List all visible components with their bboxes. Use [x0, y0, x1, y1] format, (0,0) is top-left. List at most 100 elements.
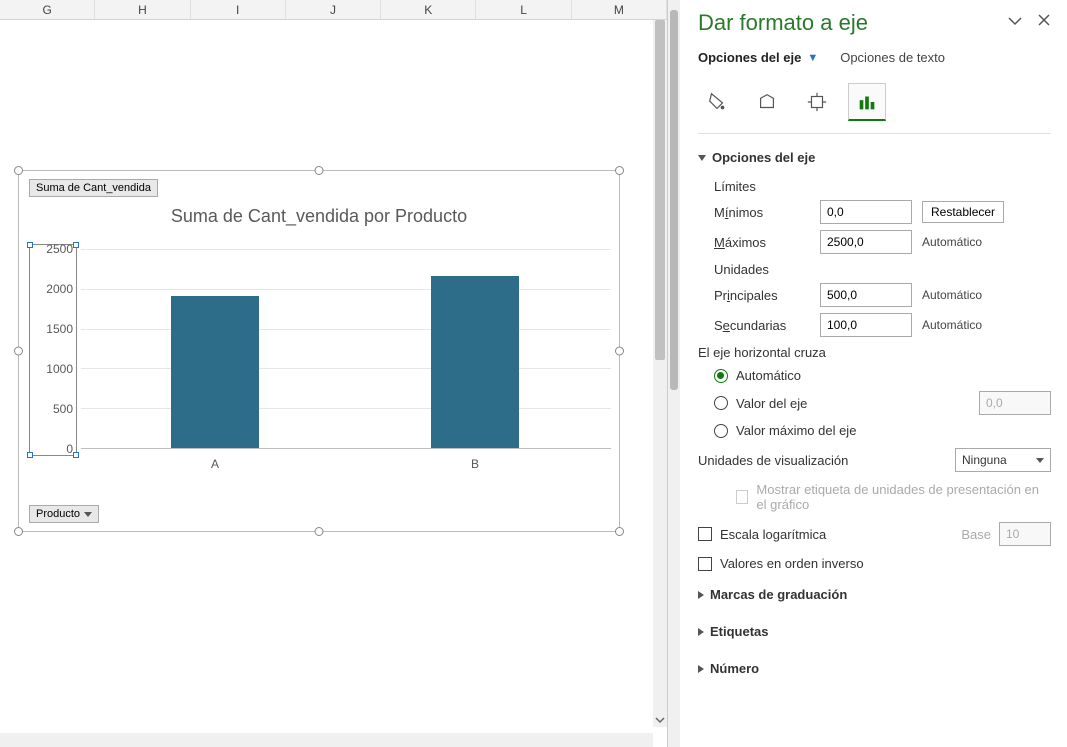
pivot-field-label: Suma de Cant_vendida: [36, 182, 151, 194]
format-category-tabs: [698, 83, 1051, 121]
section-number: Número: [698, 655, 1051, 682]
chart-title[interactable]: Suma de Cant_vendida por Producto: [19, 206, 619, 227]
pivot-field-label: Producto: [36, 508, 80, 520]
checkbox-icon: [698, 527, 712, 541]
gridline: [81, 408, 611, 409]
radio-icon: [714, 396, 728, 410]
radio-label: Valor del eje: [736, 396, 807, 411]
section-toggle-tick-marks[interactable]: Marcas de graduación: [698, 581, 1051, 608]
gridline: [81, 249, 611, 250]
minimum-input[interactable]: [820, 200, 912, 224]
column-header[interactable]: K: [381, 0, 476, 19]
x-axis-labels: A B: [81, 457, 611, 477]
tab-label: Opciones del eje: [698, 50, 801, 65]
minor-unit-label: Secundarias: [714, 318, 810, 333]
show-units-label-checkbox: Mostrar etiqueta de unidades de presenta…: [736, 482, 1051, 512]
gridline: [81, 329, 611, 330]
vertical-scrollbar[interactable]: [653, 20, 667, 727]
minor-unit-input[interactable]: [820, 313, 912, 337]
radio-cross-max[interactable]: Valor máximo del eje: [714, 423, 1051, 438]
axis-options-tab[interactable]: [848, 83, 886, 121]
gridline: [81, 289, 611, 290]
column-header[interactable]: J: [286, 0, 381, 19]
horizontal-cross-label: El eje horizontal cruza: [698, 345, 1051, 360]
radio-icon: [714, 424, 728, 438]
format-axis-pane: Dar formato a eje Opciones del eje ▼ Opc…: [668, 0, 1067, 747]
column-header[interactable]: M: [572, 0, 667, 19]
column-header[interactable]: H: [95, 0, 190, 19]
y-axis-labels: 2500 2000 1500 1000 500 0: [31, 249, 79, 449]
pane-tabs: Opciones del eje ▼ Opciones de texto: [698, 50, 1051, 65]
scroll-down-icon[interactable]: [655, 715, 665, 725]
horizontal-scrollbar[interactable]: [0, 733, 653, 747]
column-header[interactable]: L: [476, 0, 571, 19]
minimum-label: Mínimos: [714, 205, 810, 220]
select-value: Ninguna: [962, 453, 1007, 467]
resize-handle[interactable]: [315, 527, 324, 536]
resize-handle[interactable]: [615, 527, 624, 536]
axis-handle[interactable]: [73, 242, 79, 248]
resize-handle[interactable]: [14, 166, 23, 175]
display-units-select[interactable]: Ninguna: [955, 448, 1051, 472]
maximum-status: Automático: [922, 235, 982, 249]
log-scale-checkbox[interactable]: Escala logarítmica Base: [698, 522, 1051, 546]
checkbox-label: Valores en orden inverso: [720, 556, 864, 571]
effects-tab[interactable]: [748, 83, 786, 121]
fill-line-tab[interactable]: [698, 83, 736, 121]
reset-minimum-button[interactable]: Restablecer: [922, 201, 1004, 223]
section-toggle-labels[interactable]: Etiquetas: [698, 618, 1051, 645]
resize-handle[interactable]: [615, 166, 624, 175]
checkbox-label: Escala logarítmica: [720, 527, 826, 542]
x-tick-label: B: [471, 457, 479, 471]
pane-header: Dar formato a eje: [698, 10, 1051, 36]
scrollbar-thumb[interactable]: [670, 10, 678, 390]
radio-label: Automático: [736, 368, 801, 383]
y-tick-label: 1500: [46, 322, 73, 336]
checkbox-label: Mostrar etiqueta de unidades de presenta…: [756, 482, 1051, 512]
pane-title: Dar formato a eje: [698, 10, 868, 36]
radio-cross-auto[interactable]: Automático: [714, 368, 1051, 383]
tab-text-options[interactable]: Opciones de texto: [840, 50, 945, 65]
column-headers-row: G H I J K L M: [0, 0, 667, 20]
column-header[interactable]: G: [0, 0, 95, 19]
radio-label: Valor máximo del eje: [736, 423, 856, 438]
checkbox-icon: [736, 490, 748, 504]
resize-handle[interactable]: [615, 347, 624, 356]
close-icon[interactable]: [1037, 13, 1051, 34]
collapse-icon[interactable]: [1007, 13, 1023, 34]
chart-bar[interactable]: [431, 276, 519, 448]
major-unit-status: Automático: [922, 288, 982, 302]
section-title: Marcas de graduación: [710, 587, 847, 602]
section-axis-options: Opciones del eje Límites Mínimos Restabl…: [698, 144, 1051, 571]
base-label: Base: [961, 527, 991, 542]
section-toggle-number[interactable]: Número: [698, 655, 1051, 682]
maximum-input[interactable]: [820, 230, 912, 254]
resize-handle[interactable]: [315, 166, 324, 175]
resize-handle[interactable]: [14, 347, 23, 356]
y-tick-label: 1000: [46, 362, 73, 376]
dropdown-icon: [84, 512, 92, 517]
chart-bar[interactable]: [171, 296, 259, 448]
reverse-order-checkbox[interactable]: Valores en orden inverso: [698, 556, 1051, 571]
radio-cross-value[interactable]: Valor del eje: [714, 391, 1051, 415]
cross-value-input: [979, 391, 1051, 415]
pivot-axis-field-button[interactable]: Producto: [29, 505, 99, 523]
radio-icon: [714, 369, 728, 383]
major-unit-label: Principales: [714, 288, 810, 303]
major-unit-input[interactable]: [820, 283, 912, 307]
pane-scrollbar[interactable]: [668, 0, 680, 747]
size-properties-tab[interactable]: [798, 83, 836, 121]
pivot-values-field-button[interactable]: Suma de Cant_vendida: [29, 179, 158, 197]
section-toggle-axis-options[interactable]: Opciones del eje: [698, 144, 1051, 171]
scrollbar-thumb[interactable]: [655, 20, 665, 360]
limits-label: Límites: [714, 179, 1051, 194]
gridline: [81, 368, 611, 369]
tab-axis-options[interactable]: Opciones del eje ▼: [698, 50, 818, 65]
axis-handle[interactable]: [27, 242, 33, 248]
chevron-down-icon: ▼: [807, 52, 818, 64]
chart-object[interactable]: Suma de Cant_vendida Suma de Cant_vendid…: [18, 170, 620, 532]
y-tick-label: 500: [53, 402, 73, 416]
column-header[interactable]: I: [191, 0, 286, 19]
plot-area[interactable]: 2500 2000 1500 1000 500 0 A B: [31, 249, 611, 474]
resize-handle[interactable]: [14, 527, 23, 536]
